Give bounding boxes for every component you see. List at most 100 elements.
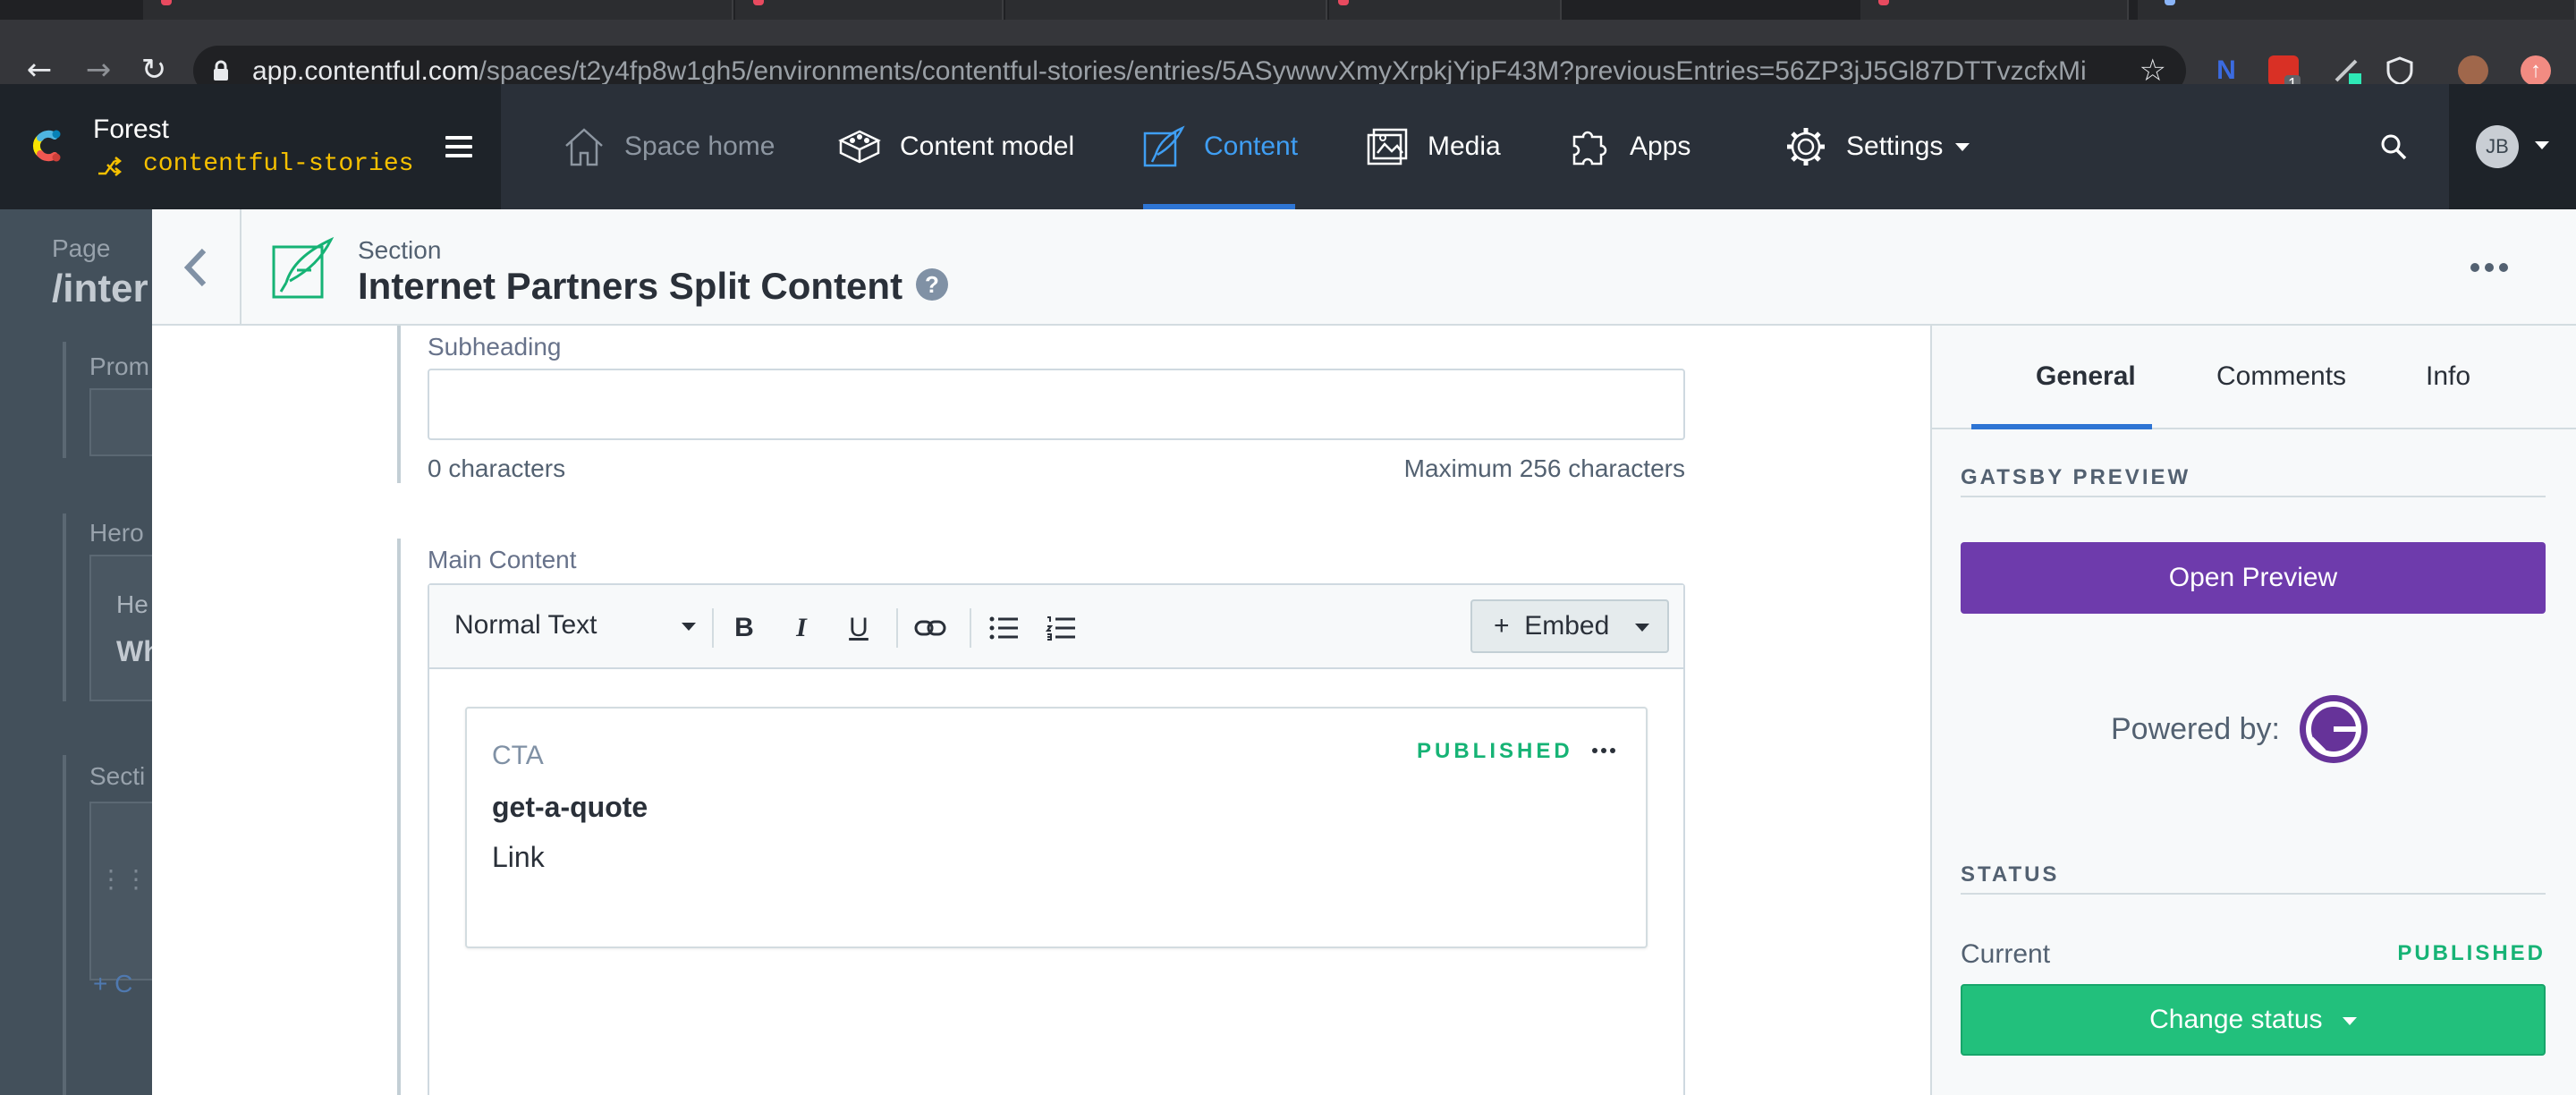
space-switcher[interactable]: Forest contentful-stories xyxy=(0,84,501,209)
entry-editor-panel: Section Internet Partners Split Content … xyxy=(152,209,2576,1095)
extension-shield-icon[interactable] xyxy=(2385,55,2415,86)
browser-tab[interactable] xyxy=(2138,0,2576,20)
url-path: /spaces/t2y4fp8w1gh5/environments/conten… xyxy=(479,56,2087,86)
bookmark-star-icon[interactable]: ☆ xyxy=(2140,53,2166,89)
apps-icon xyxy=(1572,131,1607,166)
nav-apps[interactable]: Apps xyxy=(1567,84,1690,209)
profile-avatar-icon[interactable] xyxy=(2458,55,2488,86)
more-options-icon[interactable] xyxy=(2470,263,2508,272)
nav-space-home[interactable]: Space home xyxy=(562,84,775,209)
embed-button[interactable]: + Embed xyxy=(1470,599,1669,653)
entry-title: Internet Partners Split Content xyxy=(358,265,903,307)
bulleted-list-icon[interactable] xyxy=(986,610,1021,646)
bg-page-label: Page xyxy=(52,234,111,262)
space-name: Forest xyxy=(93,115,170,144)
nav-label: Media xyxy=(1428,132,1501,161)
chevron-down-icon xyxy=(2535,141,2549,149)
character-limit: Maximum 256 characters xyxy=(1403,454,1685,482)
subheading-input[interactable] xyxy=(428,369,1685,440)
back-button[interactable] xyxy=(152,209,242,326)
contentful-logo-icon xyxy=(32,130,61,162)
browser-toolbar: ← → ↻ app.contentful.com/spaces/t2y4fp8w… xyxy=(0,20,2576,96)
extension-n-icon[interactable]: N xyxy=(2211,55,2241,86)
bg-add-link: + C xyxy=(93,970,133,997)
toolbar-divider xyxy=(970,608,971,648)
main-content-label: Main Content xyxy=(428,546,577,573)
subheading-label: Subheading xyxy=(428,333,562,361)
card-description: Link xyxy=(492,841,545,873)
rich-text-toolbar: Normal Text B I U + Embed xyxy=(429,585,1683,669)
tab-comments[interactable]: Comments xyxy=(2216,361,2346,392)
tab-favicon xyxy=(161,0,172,5)
tab-general[interactable]: General xyxy=(2036,361,2136,392)
browser-tab[interactable] xyxy=(143,0,733,20)
tab-info[interactable]: Info xyxy=(2426,361,2470,392)
reload-icon[interactable]: ↻ xyxy=(136,52,172,88)
toolbar-divider xyxy=(712,608,714,648)
bg-field-label: Hero xyxy=(89,519,144,547)
nav-label: Settings xyxy=(1846,132,1944,161)
lock-icon xyxy=(214,60,228,81)
status-badge: PUBLISHED xyxy=(1417,739,1573,763)
content-type-label: Section xyxy=(358,236,442,264)
current-status-value: PUBLISHED xyxy=(2397,941,2546,965)
entry-sidebar: General Comments Info GATSBY PREVIEW Ope… xyxy=(1930,326,2576,1095)
underline-button[interactable]: U xyxy=(841,610,877,646)
nav-label: Content model xyxy=(900,132,1075,161)
numbered-list-icon[interactable] xyxy=(1043,610,1079,646)
open-preview-button[interactable]: Open Preview xyxy=(1961,542,2546,614)
embedded-entry-card[interactable]: CTA PUBLISHED get-a-quote Link xyxy=(465,707,1648,948)
current-status-label: Current xyxy=(1961,939,2051,969)
browser-tab[interactable] xyxy=(1860,0,2129,20)
extension-pen-icon[interactable] xyxy=(2333,55,2363,86)
back-arrow-icon[interactable]: ← xyxy=(21,52,57,88)
tab-favicon xyxy=(2165,0,2175,5)
field-indicator xyxy=(397,539,401,1095)
divider xyxy=(1961,893,2546,895)
browser-tab-strip xyxy=(0,0,2576,20)
change-status-button[interactable]: Change status xyxy=(1961,984,2546,1056)
environment-name: contentful-stories xyxy=(143,150,414,178)
media-icon xyxy=(1367,128,1408,166)
nav-settings[interactable]: Settings xyxy=(1784,84,1970,209)
browser-tab[interactable] xyxy=(1005,0,1327,20)
gatsby-preview-heading: GATSBY PREVIEW xyxy=(1961,465,2191,489)
field-indicator xyxy=(397,326,401,483)
app-header: Forest contentful-stories Space home Con… xyxy=(0,84,2576,209)
forward-arrow-icon[interactable]: → xyxy=(80,52,116,88)
browser-tab[interactable] xyxy=(1329,0,1562,20)
bold-button[interactable]: B xyxy=(726,610,762,646)
nav-content[interactable]: Content xyxy=(1141,84,1298,209)
avatar: JB xyxy=(2476,125,2519,168)
tab-favicon xyxy=(1338,0,1349,5)
link-icon[interactable] xyxy=(912,610,948,646)
help-icon[interactable]: ? xyxy=(916,268,948,301)
nav-label: Space home xyxy=(624,132,775,161)
italic-button[interactable]: I xyxy=(784,610,819,646)
nav-content-model[interactable]: Content model xyxy=(837,84,1074,209)
home-icon xyxy=(565,128,603,166)
bg-page-title: /inter xyxy=(52,267,148,310)
text-style-dropdown[interactable]: Normal Text xyxy=(454,610,696,641)
menu-icon[interactable] xyxy=(445,136,472,157)
nav-label: Content xyxy=(1204,132,1299,161)
sidebar-tabs: General Comments Info xyxy=(1932,326,2576,429)
environment-branch-icon xyxy=(98,157,122,176)
chevron-down-icon xyxy=(1634,623,1649,632)
toolbar-divider xyxy=(896,608,898,648)
change-status-label: Change status xyxy=(2149,1005,2323,1034)
content-icon xyxy=(1143,125,1185,167)
embed-label: Embed xyxy=(1524,611,1610,641)
chevron-left-icon xyxy=(183,248,207,287)
nav-media[interactable]: Media xyxy=(1365,84,1501,209)
update-arrow-icon[interactable]: ↑ xyxy=(2521,55,2551,86)
account-menu[interactable]: JB xyxy=(2449,84,2576,209)
more-options-icon[interactable] xyxy=(1592,748,1615,753)
bg-field-label: Secti xyxy=(89,762,146,790)
content-type-icon xyxy=(272,236,335,299)
plus-icon: + xyxy=(1494,611,1510,641)
search-icon[interactable] xyxy=(2379,132,2408,161)
browser-tab[interactable] xyxy=(735,0,1004,20)
rich-text-editor[interactable]: Normal Text B I U + Embed CTA PUBLISHED … xyxy=(428,583,1685,1095)
bg-hero-line: He xyxy=(116,590,148,618)
